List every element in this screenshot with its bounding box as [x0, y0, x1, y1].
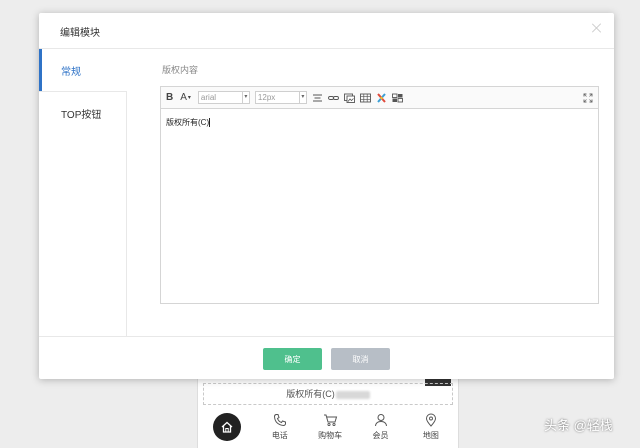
font-color-label: A: [180, 92, 187, 103]
nav-item-phone[interactable]: 电话: [255, 413, 305, 441]
dialog-body: 常规 TOP按钮 版权内容 B A ▾ arial ▾ 12px ▾ 版权所有(…: [39, 49, 614, 337]
chevron-down-icon: ▾: [187, 95, 191, 101]
table-icon[interactable]: [359, 93, 371, 103]
editor-content-text: 版权所有(C): [166, 118, 210, 127]
font-size-select[interactable]: 12px ▾: [254, 91, 307, 104]
cancel-button[interactable]: 取消: [331, 348, 390, 370]
edit-module-dialog: 编辑模块 常规 TOP按钮 版权内容 B A▾ arial ▾ 12px ▾: [39, 13, 614, 379]
text-cursor: [209, 118, 211, 128]
side-tabs: 常规 TOP按钮: [39, 49, 127, 337]
nav-item-cart[interactable]: 购物车: [305, 413, 355, 441]
rich-text-editor: B A ▾ arial ▾ 12px ▾ 版权所有(C): [160, 86, 599, 304]
chevron-down-icon: ▾: [298, 92, 306, 103]
cart-icon: [323, 414, 337, 427]
tab-general[interactable]: 常规: [39, 49, 127, 91]
font-family-value: arial: [200, 93, 217, 102]
align-icon[interactable]: [312, 93, 323, 103]
font-color-button[interactable]: A ▾: [180, 92, 191, 103]
phone-icon: [273, 414, 286, 427]
blurred-text: [335, 390, 370, 399]
dialog-footer: 确定 取消: [39, 336, 614, 379]
content-area: 版权内容: [162, 63, 198, 76]
copyright-content-label: 版权内容: [162, 65, 199, 75]
editor-toolbar: B A ▾ arial ▾ 12px ▾: [161, 87, 598, 109]
editor-content[interactable]: 版权所有(C): [161, 109, 598, 136]
confirm-button[interactable]: 确定: [263, 348, 322, 370]
tab-top-button[interactable]: TOP按钮: [39, 91, 127, 337]
nav-item-map[interactable]: 地图: [406, 413, 456, 441]
user-icon: [374, 414, 387, 427]
html-source-icon[interactable]: [391, 93, 403, 103]
nav-label: 会员: [372, 431, 389, 440]
dialog-header: 编辑模块: [39, 13, 614, 49]
home-icon: [221, 421, 233, 433]
copyright-bar[interactable]: 版权所有(C): [203, 383, 453, 405]
nav-label: 购物车: [318, 431, 343, 440]
special-char-icon[interactable]: [376, 92, 387, 103]
font-size-value: 12px: [257, 93, 276, 102]
chevron-down-icon: ▾: [241, 92, 249, 103]
bottom-nav: 电话 购物车 会员 地图: [200, 406, 456, 448]
close-icon[interactable]: [591, 22, 603, 34]
nav-label: 地图: [422, 431, 439, 440]
dialog-title: 编辑模块: [60, 28, 100, 39]
copyright-text: 版权所有(C): [286, 389, 335, 399]
watermark: 头条 @轻栈: [544, 418, 613, 433]
bold-button[interactable]: B: [166, 92, 173, 103]
nav-label: 电话: [271, 431, 288, 440]
nav-item-member[interactable]: 会员: [355, 413, 405, 441]
font-family-select[interactable]: arial ▾: [197, 91, 250, 104]
link-icon[interactable]: [327, 93, 339, 103]
image-icon[interactable]: [343, 93, 355, 103]
home-button[interactable]: [213, 413, 241, 441]
map-pin-icon: [425, 413, 436, 427]
fullscreen-icon[interactable]: [583, 93, 593, 103]
